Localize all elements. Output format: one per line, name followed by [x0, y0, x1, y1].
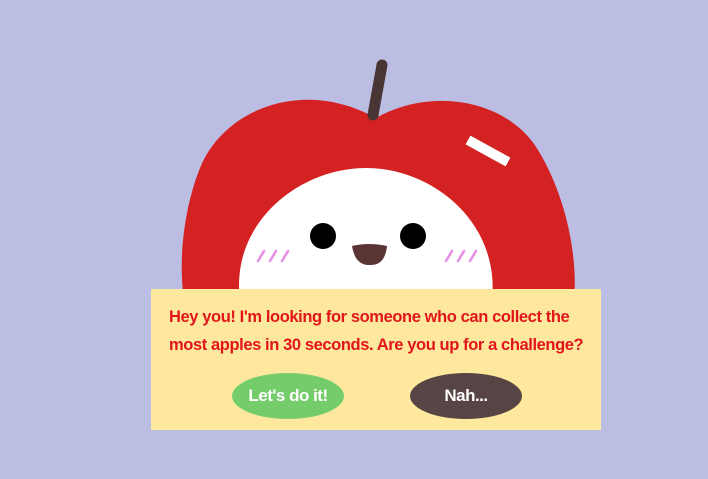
decline-button[interactable]: Nah... [410, 373, 522, 419]
apple-stem-icon [367, 59, 388, 121]
right-eye-icon [400, 223, 426, 249]
dialog-message: Hey you! I'm looking for someone who can… [169, 308, 584, 354]
challenge-dialog: Hey you! I'm looking for someone who can… [151, 289, 601, 430]
accept-button[interactable]: Let's do it! [232, 373, 344, 419]
left-eye-icon [310, 223, 336, 249]
